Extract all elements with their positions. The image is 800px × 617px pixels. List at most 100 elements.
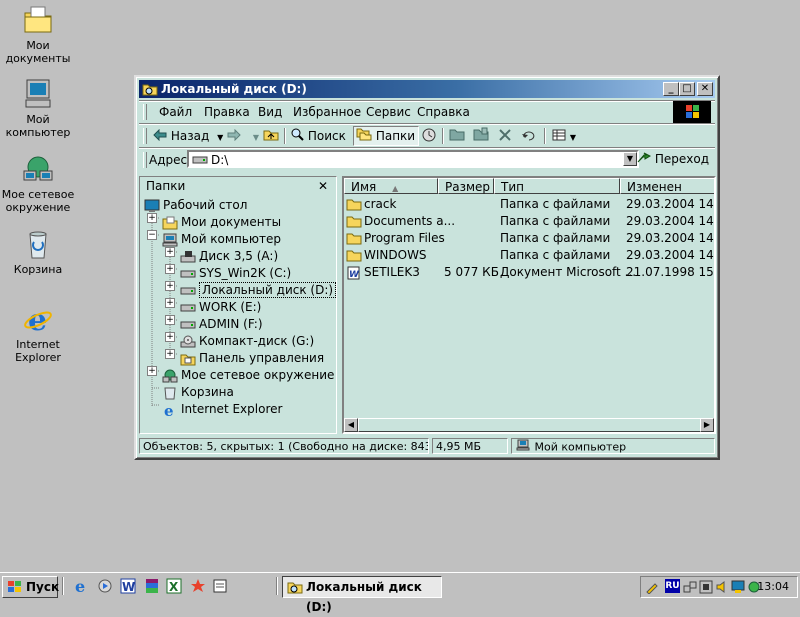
up-folder-button[interactable]	[263, 127, 279, 145]
tree-item-drive-f[interactable]: ADMIN (F:)	[180, 316, 263, 332]
clock[interactable]: 13:04	[757, 580, 789, 593]
menu-edit[interactable]: Правка	[204, 105, 250, 119]
chevron-down-icon[interactable]: ▼	[217, 133, 223, 142]
chevron-down-icon[interactable]: ▼	[570, 133, 576, 142]
address-dropdown-button[interactable]: ▼	[623, 152, 637, 166]
folders-button[interactable]: Папки	[353, 126, 420, 146]
search-button[interactable]: Поиск	[290, 127, 346, 145]
paint-icon[interactable]	[190, 578, 206, 594]
minimize-button[interactable]: _	[663, 82, 679, 96]
desktop-icon-my-computer[interactable]: Мой компьютер	[0, 78, 76, 139]
views-button[interactable]: ▼	[552, 127, 576, 145]
tree-item-network-places[interactable]: Мое сетевое окружение	[162, 367, 334, 383]
maximize-button[interactable]: □	[679, 82, 695, 96]
menu-help[interactable]: Справка	[417, 105, 470, 119]
address-label: Адрес:	[149, 153, 192, 167]
file-row[interactable]: WINDOWS Папка с файлами 29.03.2004 14:29	[344, 247, 714, 264]
move-to-button[interactable]	[449, 127, 465, 145]
notepad-icon[interactable]	[212, 578, 228, 594]
language-indicator[interactable]: RU	[665, 579, 680, 593]
recycle-bin-icon	[162, 386, 178, 400]
tree-expander[interactable]: −	[147, 230, 157, 240]
toolbar-grip[interactable]	[143, 128, 147, 144]
tree-item-cd-g[interactable]: Компакт-диск (G:)	[180, 333, 314, 349]
copy-to-button[interactable]	[473, 127, 489, 145]
internet-explorer-icon[interactable]: e	[74, 577, 90, 596]
file-type: Папка с файлами	[500, 248, 611, 262]
file-modified: 29.03.2004 14:29	[626, 248, 714, 262]
delete-button[interactable]	[499, 127, 511, 145]
tree-item-desktop[interactable]: Рабочий стол	[144, 197, 247, 213]
tree-expander[interactable]: +	[165, 315, 175, 325]
tree-item-my-documents[interactable]: Мои документы	[162, 214, 281, 230]
tree-item-label: Мой компьютер	[181, 232, 281, 246]
winrar-icon[interactable]	[144, 578, 160, 594]
chevron-down-icon[interactable]: ▼	[253, 133, 259, 142]
tree-expander[interactable]: +	[165, 332, 175, 342]
tree-item-internet-explorer[interactable]: e Internet Explorer	[162, 401, 282, 420]
taskbar: Пуск e W X Локальный диск (D:) RU 13:04	[0, 572, 800, 614]
desktop-icon-label: Internet Explorer	[15, 338, 61, 364]
tree-expander[interactable]: +	[147, 213, 157, 223]
tree-item-control-panel[interactable]: Панель управления	[180, 350, 324, 366]
forward-button[interactable]: ▼	[227, 127, 259, 145]
file-row[interactable]: W SETILEK3 5 077 КБ Документ Microsoft .…	[344, 264, 714, 281]
menu-view[interactable]: Вид	[258, 105, 282, 119]
network-tray-icon[interactable]	[683, 580, 697, 594]
media-player-icon[interactable]	[97, 578, 113, 594]
toolbar-grip[interactable]	[143, 104, 147, 120]
close-button[interactable]: ✕	[697, 82, 713, 96]
desktop-icon-label: Мой компьютер	[5, 113, 71, 139]
file-row[interactable]: Documents a... Папка с файлами 29.03.200…	[344, 213, 714, 230]
go-label: Переход	[654, 152, 709, 166]
desktop-icon-my-documents[interactable]: Мои документы	[0, 4, 76, 65]
tree-expander[interactable]: +	[165, 349, 175, 359]
history-button[interactable]	[421, 127, 437, 145]
tree-expander[interactable]: +	[165, 247, 175, 257]
file-row[interactable]: Program Files Папка с файлами 29.03.2004…	[344, 230, 714, 247]
scroll-right-button[interactable]: ▶	[700, 418, 714, 432]
horizontal-scrollbar[interactable]: ◀ ▶	[344, 418, 714, 432]
file-row[interactable]: crack Папка с файлами 29.03.2004 14:12	[344, 196, 714, 213]
word-icon[interactable]: W	[120, 578, 136, 594]
menu-tools[interactable]: Сервис	[366, 105, 411, 119]
column-header-modified[interactable]: Изменен	[620, 178, 714, 194]
tray-tool-icon[interactable]	[645, 580, 659, 595]
column-header-type[interactable]: Тип	[494, 178, 620, 194]
display-tray-icon[interactable]	[731, 580, 745, 594]
tree-item-drive-e[interactable]: WORK (E:)	[180, 299, 261, 315]
desktop-icon-internet-explorer[interactable]: e Internet Explorer	[0, 303, 76, 364]
menu-favorites[interactable]: Избранное	[293, 105, 361, 119]
scroll-left-button[interactable]: ◀	[344, 418, 358, 432]
tree-item-floppy-a[interactable]: Диск 3,5 (A:)	[180, 248, 278, 264]
desktop-icon-network-places[interactable]: Мое сетевое окружение	[0, 153, 76, 214]
status-location: Мой компьютер	[511, 438, 715, 454]
go-button[interactable]: Переход	[637, 152, 709, 167]
toolbar-grip[interactable]	[143, 152, 147, 168]
toolbar-separator	[284, 128, 286, 144]
menu-file[interactable]: Файл	[159, 105, 192, 119]
tree-item-recycle-bin[interactable]: Корзина	[162, 384, 234, 400]
tree-item-drive-c[interactable]: SYS_Win2K (C:)	[180, 265, 291, 281]
excel-icon[interactable]: X	[166, 578, 182, 594]
antivirus-tray-icon[interactable]	[699, 580, 713, 594]
scroll-thumb[interactable]	[358, 418, 703, 432]
back-button[interactable]: Назад ▼	[153, 127, 223, 145]
address-input[interactable]: D:\ ▼	[187, 150, 639, 168]
title-bar[interactable]: Локальный диск (D:) _ □ ✕	[139, 80, 715, 98]
tree-expander[interactable]: +	[165, 281, 175, 291]
task-button-local-disk[interactable]: Локальный диск (D:)	[282, 576, 442, 614]
undo-button[interactable]	[521, 127, 537, 145]
file-type: Папка с файлами	[500, 214, 611, 228]
tree-expander[interactable]: +	[165, 298, 175, 308]
column-header-size[interactable]: Размер	[438, 178, 494, 194]
tree-expander[interactable]: +	[147, 366, 157, 376]
tree-item-drive-d[interactable]: Локальный диск (D:)	[180, 282, 337, 298]
desktop-icon-recycle-bin[interactable]: Корзина	[0, 228, 76, 276]
start-button[interactable]: Пуск	[2, 576, 59, 598]
column-header-name[interactable]: Имя ▲	[344, 178, 438, 194]
volume-icon[interactable]	[715, 580, 729, 594]
tree-expander[interactable]: +	[165, 264, 175, 274]
tree-item-label: Компакт-диск (G:)	[199, 334, 315, 348]
tree-item-my-computer[interactable]: Мой компьютер	[162, 231, 281, 247]
